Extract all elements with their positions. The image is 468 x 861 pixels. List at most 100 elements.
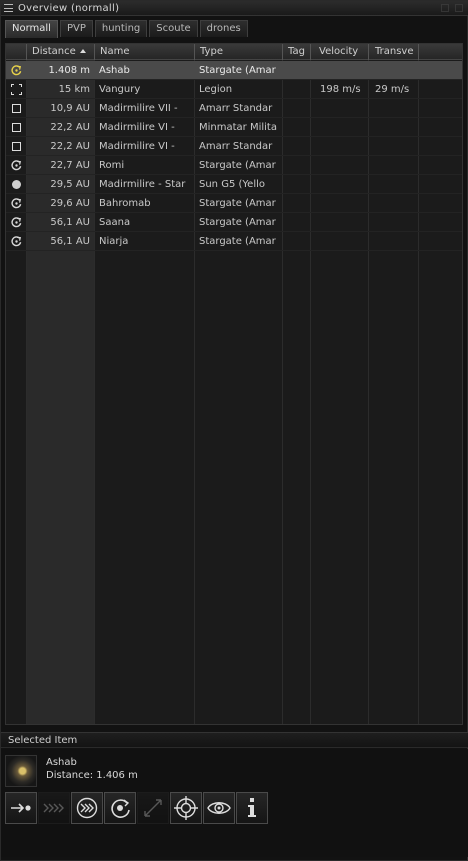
overview-table: Distance Name Type Tag Velocity Transve … [5, 43, 463, 725]
row-distance: 56,1 AU [50, 217, 90, 228]
row-velocity [311, 137, 369, 156]
row-type: Stargate (Amar [199, 160, 276, 171]
row-name: Ashab [99, 65, 130, 76]
orbit-button[interactable] [104, 792, 136, 824]
stargate-icon [6, 213, 27, 232]
row-transversal [369, 213, 419, 232]
row-name: Madirmilire VI - [99, 141, 175, 152]
row-type: Legion [199, 84, 233, 95]
row-distance: 22,2 AU [50, 122, 90, 133]
row-velocity [311, 232, 369, 251]
row-velocity [311, 118, 369, 137]
row-type: Stargate (Amar [199, 65, 276, 76]
header-tag[interactable]: Tag [283, 44, 311, 60]
row-transversal [369, 118, 419, 137]
window-title: Overview (normall) [18, 2, 120, 14]
row-velocity [311, 213, 369, 232]
row-distance: 29,6 AU [50, 198, 90, 209]
stargate-icon [6, 61, 27, 80]
row-name: Madirmilire - Star [99, 179, 186, 190]
row-type: Stargate (Amar [199, 236, 276, 247]
selected-item-panel: Ashab Distance: 1.406 m [1, 749, 468, 857]
selected-item-actions [5, 792, 268, 824]
jump-button[interactable] [71, 792, 103, 824]
table-row[interactable]: 29,6 AU Bahromab Stargate (Amar [6, 194, 462, 213]
row-transversal [369, 175, 419, 194]
selected-item-name: Ashab [46, 757, 77, 768]
row-name: Romi [99, 160, 125, 171]
row-tag [283, 213, 311, 232]
row-tag [283, 80, 311, 99]
selected-item-header: Selected Item [1, 732, 468, 748]
table-row[interactable]: 10,9 AU Madirmilire VII - Amarr Standar [6, 99, 462, 118]
minimize-button[interactable] [441, 4, 449, 12]
warp-to-icon [41, 795, 67, 821]
row-transversal [369, 99, 419, 118]
row-tag [283, 175, 311, 194]
row-transversal [369, 194, 419, 213]
approach-icon [8, 795, 34, 821]
tab-drones[interactable]: drones [199, 20, 248, 37]
tab-pvp[interactable]: PVP [59, 20, 93, 37]
window-controls [441, 4, 463, 12]
tab-scoute[interactable]: Scoute [149, 20, 198, 37]
table-row[interactable]: 22,2 AU Madirmilire VI - Amarr Standar [6, 137, 462, 156]
table-row[interactable]: 56,1 AU Niarja Stargate (Amar [6, 232, 462, 251]
overview-window: Overview (normall) Normall PVP hunting S… [0, 0, 468, 861]
show-info-button[interactable] [236, 792, 268, 824]
table-row[interactable]: 1.408 m Ashab Stargate (Amar [6, 61, 462, 80]
look-at-button[interactable] [203, 792, 235, 824]
sun-icon [6, 175, 27, 194]
row-velocity: 198 m/s [320, 84, 361, 95]
sort-ascending-icon [79, 49, 86, 53]
orbit-icon [107, 795, 133, 821]
row-type: Amarr Standar [199, 103, 273, 114]
row-transversal [369, 156, 419, 175]
header-transversal[interactable]: Transve [369, 44, 419, 60]
row-velocity [311, 61, 369, 80]
tab-normall[interactable]: Normall [5, 20, 58, 38]
row-name: Niarja [99, 236, 129, 247]
row-tag [283, 232, 311, 251]
table-body: 1.408 m Ashab Stargate (Amar 15 km Vangury Le… [6, 61, 462, 251]
table-row[interactable]: 15 km Vangury Legion 198 m/s 29 m/s [6, 80, 462, 99]
table-row[interactable]: 22,2 AU Madirmilire VI - Minmatar Milita [6, 118, 462, 137]
header-icon[interactable] [6, 44, 27, 60]
warp-to-button[interactable] [38, 792, 70, 824]
window-menu-icon[interactable] [4, 4, 13, 12]
row-distance: 22,2 AU [50, 141, 90, 152]
window-titlebar[interactable]: Overview (normall) [1, 1, 468, 16]
keep-at-range-button[interactable] [137, 792, 169, 824]
header-name[interactable]: Name [95, 44, 195, 60]
selected-item-thumbnail[interactable] [5, 755, 37, 787]
tab-hunting[interactable]: hunting [94, 20, 148, 37]
row-name: Saana [99, 217, 131, 228]
overview-tabs: Normall PVP hunting Scoute drones [5, 20, 248, 38]
row-transversal: 29 m/s [375, 84, 410, 95]
row-distance: 56,1 AU [50, 236, 90, 247]
row-tag [283, 118, 311, 137]
row-velocity [311, 175, 369, 194]
row-velocity [311, 156, 369, 175]
row-transversal [369, 232, 419, 251]
row-distance: 29,5 AU [50, 179, 90, 190]
table-header: Distance Name Type Tag Velocity Transve [6, 44, 462, 60]
ship-bracket-icon [6, 80, 27, 99]
header-type[interactable]: Type [195, 44, 283, 60]
header-distance[interactable]: Distance [27, 44, 95, 60]
row-distance: 10,9 AU [50, 103, 90, 114]
header-velocity[interactable]: Velocity [311, 44, 369, 60]
look-at-icon [206, 795, 232, 821]
row-tag [283, 61, 311, 80]
table-row[interactable]: 22,7 AU Romi Stargate (Amar [6, 156, 462, 175]
table-row[interactable]: 29,5 AU Madirmilire - Star Sun G5 (Yello [6, 175, 462, 194]
stargate-icon [6, 194, 27, 213]
close-button[interactable] [455, 4, 463, 12]
jump-icon [74, 795, 100, 821]
approach-button[interactable] [5, 792, 37, 824]
row-type: Stargate (Amar [199, 217, 276, 228]
row-distance: 15 km [58, 84, 90, 95]
row-name: Bahromab [99, 198, 151, 209]
lock-target-button[interactable] [170, 792, 202, 824]
table-row[interactable]: 56,1 AU Saana Stargate (Amar [6, 213, 462, 232]
